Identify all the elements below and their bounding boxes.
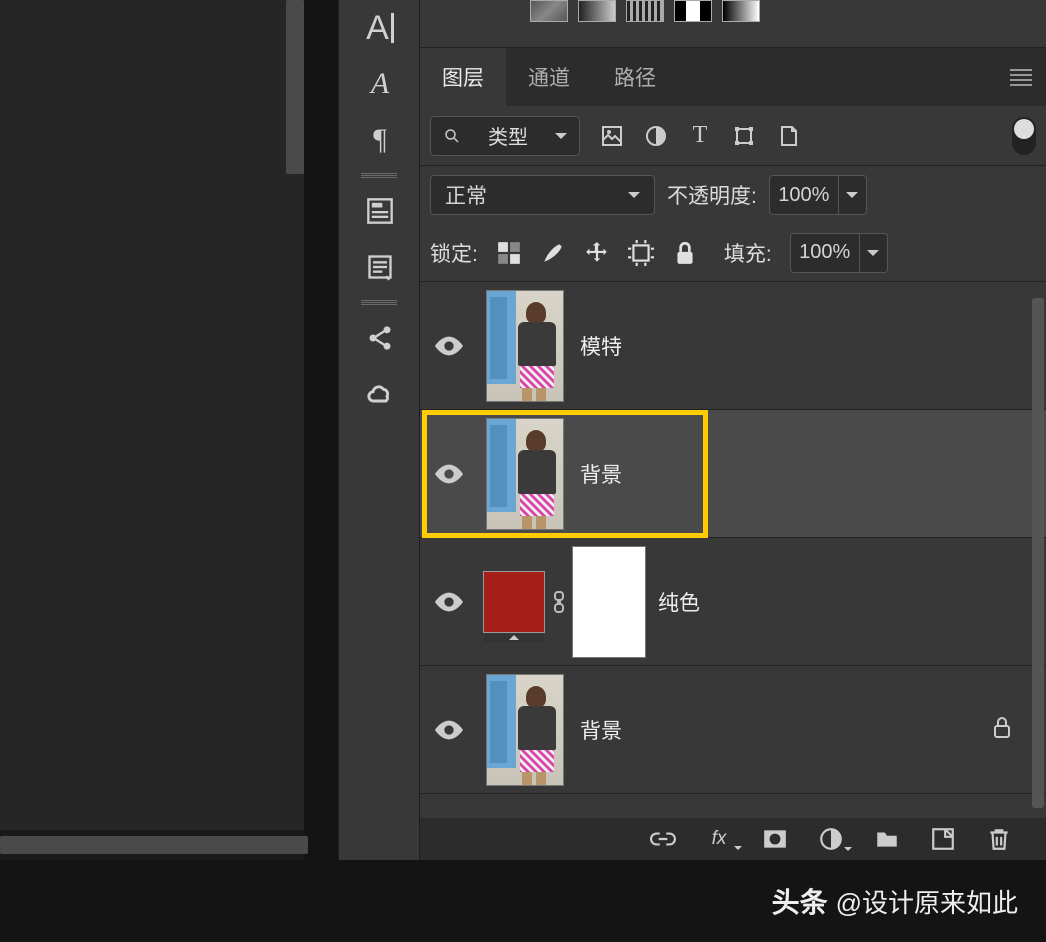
lock-paint-icon[interactable] — [540, 240, 566, 266]
share-panel-icon[interactable] — [339, 310, 421, 366]
filter-smart-icon[interactable] — [776, 124, 800, 148]
lock-label: 锁定: — [430, 238, 478, 268]
layer-mask-thumbnail[interactable] — [572, 546, 646, 658]
canvas-horizontal-scrollbar[interactable] — [0, 836, 308, 854]
tab-channels[interactable]: 通道 — [506, 48, 592, 106]
mask-link-icon[interactable] — [550, 590, 568, 614]
collapsed-panel-dock: A A ¶ — [338, 0, 420, 860]
layer-filter-row: 类型 T — [420, 106, 1046, 166]
chevron-down-icon — [628, 192, 640, 204]
layer-name[interactable]: 背景 — [580, 715, 622, 745]
chevron-down-icon — [839, 175, 867, 215]
new-layer-icon[interactable] — [930, 826, 956, 852]
link-layers-icon[interactable] — [650, 826, 676, 852]
lock-transparent-icon[interactable] — [496, 240, 522, 266]
panel-tabs: 图层 通道 路径 — [420, 48, 1046, 106]
layer-row[interactable]: 模特 — [420, 282, 1046, 410]
fill-value: 100% — [790, 233, 860, 273]
add-mask-icon[interactable] — [762, 826, 788, 852]
opacity-input[interactable]: 100% — [769, 175, 867, 215]
filter-shape-icon[interactable] — [732, 124, 756, 148]
lock-row: 锁定: 填充: 100% — [420, 224, 1046, 282]
layer-row[interactable]: 背景 — [420, 666, 1046, 794]
layers-panel: 图层 通道 路径 类型 T 正常 不透明度: 100% 锁定: — [420, 0, 1046, 860]
dock-grip-icon[interactable] — [361, 173, 397, 178]
tab-paths[interactable]: 路径 — [592, 48, 678, 106]
visibility-toggle[interactable] — [420, 464, 478, 484]
layer-thumbnail[interactable] — [486, 674, 564, 786]
lock-artboard-icon[interactable] — [628, 240, 654, 266]
dock-grip-icon-2[interactable] — [361, 300, 397, 305]
paragraph-panel-icon[interactable]: ¶ — [339, 112, 421, 168]
visibility-toggle[interactable] — [420, 720, 478, 740]
fill-input[interactable]: 100% — [790, 233, 888, 273]
filter-type-icon[interactable]: T — [688, 124, 712, 148]
blend-mode-row: 正常 不透明度: 100% — [420, 166, 1046, 224]
canvas-vertical-scrollbar[interactable] — [286, 0, 304, 174]
search-icon — [443, 127, 461, 145]
panel-menu-icon[interactable] — [1010, 66, 1032, 82]
layer-name[interactable]: 模特 — [580, 331, 622, 361]
cloud-panel-icon[interactable] — [339, 366, 421, 422]
gradient-swatch-2[interactable] — [578, 0, 616, 22]
solid-color-thumbnail[interactable] — [483, 571, 545, 633]
filter-kind-label: 类型 — [488, 121, 528, 150]
layers-panel-footer: fx — [420, 818, 1046, 860]
new-adjustment-icon[interactable] — [818, 826, 844, 852]
layer-name[interactable]: 背景 — [580, 459, 622, 489]
fill-label: 填充: — [724, 238, 772, 268]
blend-mode-select[interactable]: 正常 — [430, 175, 655, 215]
gradient-swatch-4[interactable] — [674, 0, 712, 22]
gradient-swatch-3[interactable] — [626, 0, 664, 22]
panel-icon-2[interactable] — [339, 239, 421, 295]
chevron-down-icon — [860, 233, 888, 273]
panel-icon-1[interactable] — [339, 183, 421, 239]
layer-row[interactable]: 纯色 — [420, 538, 1046, 666]
watermark: 头条 @设计原来如此 — [0, 860, 1046, 942]
glyphs-panel-icon[interactable]: A — [339, 56, 421, 112]
watermark-brand: 头条 — [772, 881, 828, 921]
opacity-label: 不透明度: — [667, 180, 757, 210]
opacity-value: 100% — [769, 175, 839, 215]
filter-toggle[interactable] — [1012, 117, 1036, 155]
layer-list-scrollbar[interactable] — [1032, 298, 1044, 808]
chevron-down-icon — [555, 133, 567, 145]
blend-mode-value: 正常 — [445, 180, 487, 210]
filter-pixel-icon[interactable] — [600, 124, 624, 148]
delete-layer-icon[interactable] — [986, 826, 1012, 852]
tab-layers[interactable]: 图层 — [420, 48, 506, 106]
gradient-swatch-5[interactable] — [722, 0, 760, 22]
lock-move-icon[interactable] — [584, 240, 610, 266]
visibility-toggle[interactable] — [420, 592, 478, 612]
new-group-icon[interactable] — [874, 826, 900, 852]
layer-row[interactable]: 背景 — [420, 410, 1046, 538]
filter-adjust-icon[interactable] — [644, 124, 668, 148]
type-panel-a-icon[interactable]: A — [339, 0, 421, 56]
canvas-area — [0, 0, 304, 860]
layer-lock-icon[interactable] — [992, 715, 1012, 744]
visibility-toggle[interactable] — [420, 336, 478, 356]
layer-thumbnail[interactable] — [486, 290, 564, 402]
watermark-author: @设计原来如此 — [836, 883, 1018, 920]
lock-all-icon[interactable] — [672, 240, 698, 266]
filter-kind-select[interactable]: 类型 — [430, 116, 580, 156]
gradient-presets-row — [420, 0, 1046, 48]
layer-list: 模特 背景 纯色 背景 — [420, 282, 1046, 800]
layer-name[interactable]: 纯色 — [658, 587, 700, 617]
layer-fx-icon[interactable]: fx — [706, 826, 732, 852]
gradient-swatch-1[interactable] — [530, 0, 568, 22]
layer-thumbnail[interactable] — [486, 418, 564, 530]
